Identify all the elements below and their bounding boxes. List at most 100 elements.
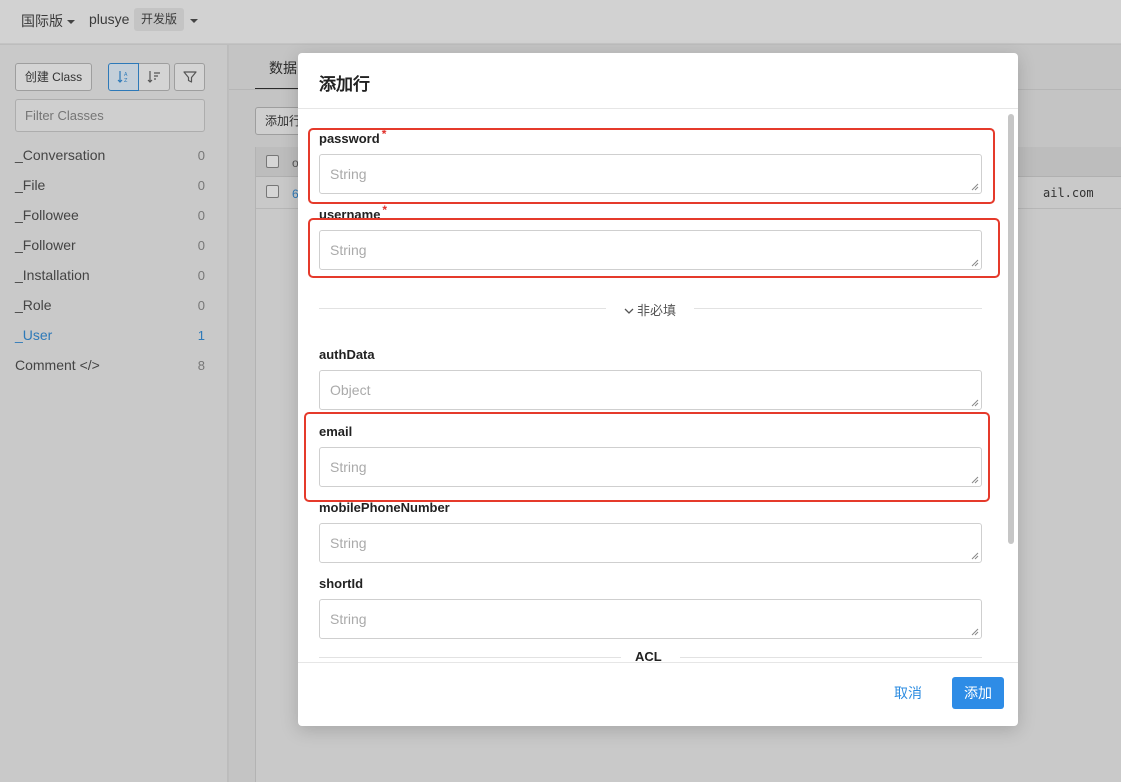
class-item-role[interactable]: _Role 0: [15, 290, 205, 320]
add-button[interactable]: 添加: [952, 677, 1004, 709]
username-label: username *: [319, 203, 982, 225]
class-item-installation[interactable]: _Installation 0: [15, 260, 205, 290]
top-bar: 国际版 plusye 开发版: [0, 0, 1121, 44]
sort-toggle-group: AZ: [108, 63, 170, 91]
class-name: _File: [15, 177, 46, 193]
mobile-phone-input[interactable]: String: [319, 523, 982, 563]
cancel-button[interactable]: 取消: [894, 683, 922, 703]
svg-text:Z: Z: [124, 78, 128, 84]
username-field-group: username * String: [319, 203, 982, 270]
env-badge[interactable]: 开发版: [134, 8, 185, 31]
email-input[interactable]: String: [319, 447, 982, 487]
dialog-header: 添加行: [298, 53, 1018, 109]
divider-line: [694, 308, 982, 309]
resize-handle-icon[interactable]: [971, 552, 979, 560]
dialog-scrollbar[interactable]: [1007, 110, 1015, 544]
dialog-body: password * String username * String 非必填 au…: [298, 110, 1018, 662]
class-item-followee[interactable]: _Followee 0: [15, 200, 205, 230]
class-count: 0: [197, 267, 205, 283]
username-input[interactable]: String: [319, 230, 982, 270]
region-switcher[interactable]: 国际版: [21, 11, 75, 31]
field-label-text: username: [319, 207, 381, 222]
input-placeholder: String: [330, 166, 367, 182]
row-checkbox[interactable]: [266, 185, 279, 198]
divider-line: [319, 308, 606, 309]
add-row-dialog: 添加行 password * String username * String 非必…: [298, 53, 1018, 726]
class-count: 0: [197, 207, 205, 223]
class-item-file[interactable]: _File 0: [15, 170, 205, 200]
class-count: 8: [197, 357, 205, 373]
password-field-group: password * String: [319, 127, 982, 194]
class-count: 0: [197, 177, 205, 193]
row-email-cell: ail.com: [1043, 186, 1094, 200]
shortid-label: shortId: [319, 576, 364, 591]
input-placeholder: String: [330, 611, 367, 627]
chevron-down-icon[interactable]: [190, 19, 198, 23]
mobile-phone-label: mobilePhoneNumber: [319, 500, 450, 515]
sort-alpha-button[interactable]: AZ: [108, 63, 139, 91]
sort-count-button[interactable]: [139, 63, 170, 91]
app-name[interactable]: plusye: [89, 11, 129, 27]
chevron-down-icon: [624, 308, 634, 314]
dialog-title: 添加行: [319, 75, 370, 94]
class-item-conversation[interactable]: _Conversation 0: [15, 140, 205, 170]
optional-fields-divider[interactable]: 非必填: [319, 298, 982, 318]
filter-button[interactable]: [174, 63, 205, 91]
class-count: 0: [197, 147, 205, 163]
input-placeholder: Object: [330, 382, 371, 398]
dialog-footer: 取消 添加: [298, 662, 1018, 726]
class-count: 1: [197, 327, 205, 343]
resize-handle-icon[interactable]: [971, 628, 979, 636]
field-label-text: password: [319, 131, 380, 146]
input-placeholder: String: [330, 535, 367, 551]
class-item-user[interactable]: _User 1: [15, 320, 205, 350]
class-name: Comment </>: [15, 357, 100, 373]
authdata-input[interactable]: Object: [319, 370, 982, 410]
resize-handle-icon[interactable]: [971, 476, 979, 484]
class-name: _Conversation: [15, 147, 106, 163]
class-name: _Role: [15, 297, 52, 313]
create-class-button[interactable]: 创建 Class: [15, 63, 92, 91]
mobile-phone-field-group: mobilePhoneNumber String: [319, 500, 982, 563]
password-input[interactable]: String: [319, 154, 982, 194]
optional-label: 非必填: [637, 303, 677, 318]
region-label: 国际版: [21, 13, 63, 29]
class-name: _Followee: [15, 207, 79, 223]
email-label: email: [319, 424, 353, 439]
filter-icon: [182, 71, 197, 83]
sort-alpha-icon: AZ: [117, 71, 128, 84]
input-placeholder: String: [330, 459, 367, 475]
class-count: 0: [197, 297, 205, 313]
resize-handle-icon[interactable]: [971, 259, 979, 267]
scrollbar-thumb[interactable]: [1008, 114, 1014, 544]
resize-handle-icon[interactable]: [971, 399, 979, 407]
shortid-input[interactable]: String: [319, 599, 982, 639]
class-count: 0: [197, 237, 205, 253]
authdata-field-group: authData Object: [319, 347, 982, 410]
acl-divider: ACL: [319, 647, 982, 662]
optional-toggle[interactable]: 非必填: [624, 300, 676, 319]
class-item-follower[interactable]: _Follower 0: [15, 230, 205, 260]
tab-data[interactable]: 数据: [269, 58, 297, 78]
email-field-group: email String: [319, 424, 982, 487]
sort-desc-icon: [147, 71, 160, 83]
class-name: _Follower: [15, 237, 76, 253]
resize-handle-icon[interactable]: [971, 183, 979, 191]
password-label: password *: [319, 127, 982, 149]
required-marker: *: [382, 203, 388, 217]
divider-line: [680, 657, 982, 658]
acl-label: ACL: [635, 649, 662, 662]
required-marker: *: [381, 127, 387, 141]
divider-line: [319, 657, 621, 658]
input-placeholder: String: [330, 242, 367, 258]
select-all-checkbox[interactable]: [266, 155, 279, 168]
class-sidebar: 创建 Class AZ _Conversation 0 _File 0 _Follo…: [0, 45, 228, 782]
authdata-label: authData: [319, 347, 375, 362]
chevron-down-icon: [67, 20, 75, 25]
class-name: _Installation: [15, 267, 90, 283]
class-item-comment[interactable]: Comment </> 8: [15, 350, 205, 380]
shortid-field-group: shortId String: [319, 576, 982, 639]
class-name: _User: [15, 327, 53, 343]
class-list: _Conversation 0 _File 0 _Followee 0 _Follow…: [15, 140, 205, 380]
filter-classes-input[interactable]: [15, 99, 205, 132]
